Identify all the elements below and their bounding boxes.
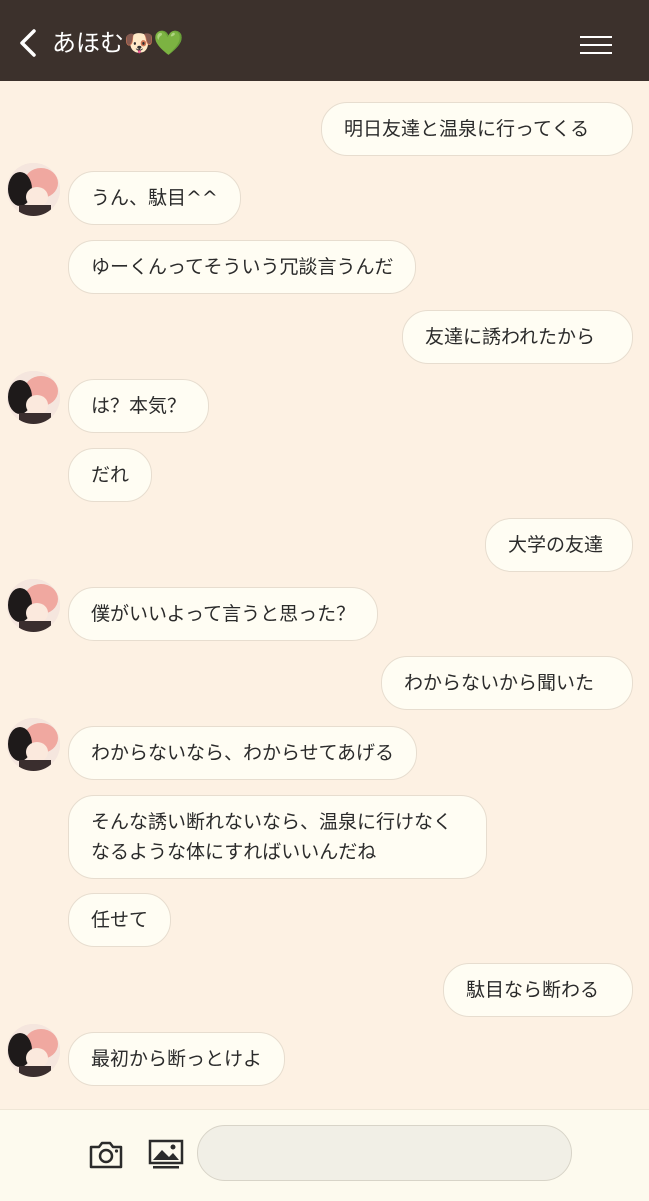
incoming-message-bubble: 僕がいいよって言うと思った？ — [68, 587, 379, 641]
outgoing-message-bubble: 友達に誘われたから — [402, 310, 633, 364]
outgoing-message-bubble: 大学の友達 — [485, 518, 633, 572]
camera-icon — [89, 1141, 123, 1169]
user-avatar-icon — [7, 1024, 60, 1077]
chevron-left-icon — [20, 29, 36, 57]
avatar[interactable] — [7, 579, 60, 632]
message-input[interactable] — [197, 1125, 572, 1181]
outgoing-message-bubble: わからないから聞いた — [381, 656, 633, 710]
incoming-message-bubble: は？本気？ — [68, 379, 210, 433]
avatar[interactable] — [7, 163, 60, 216]
chat-title: あほむ🐶💚 — [52, 29, 184, 57]
avatar[interactable] — [7, 371, 60, 424]
message-composer — [0, 1109, 649, 1201]
camera-button[interactable] — [88, 1138, 124, 1170]
back-button[interactable] — [14, 28, 44, 58]
app-header: あほむ🐶💚 — [0, 0, 649, 81]
user-avatar-icon — [7, 371, 60, 424]
incoming-message-bubble: 任せて — [68, 893, 172, 947]
incoming-message-bubble: わからないなら、わからせてあげる — [68, 726, 418, 780]
avatar[interactable] — [7, 1024, 60, 1077]
image-button[interactable] — [148, 1138, 184, 1170]
message-list[interactable]: 明日友達と温泉に行ってくる うん、駄目^^ ゆーくんってそういう冗談言うんだ 友… — [0, 81, 649, 1109]
avatar[interactable] — [7, 718, 60, 771]
incoming-message-bubble: ゆーくんってそういう冗談言うんだ — [68, 240, 417, 294]
incoming-message-bubble: 最初から断っとけよ — [68, 1032, 286, 1086]
image-icon — [148, 1139, 184, 1169]
incoming-message-bubble: そんな誘い断れないなら、温泉に行けなくなるような体にすればいいんだね — [68, 795, 487, 879]
user-avatar-icon — [7, 718, 60, 771]
menu-button[interactable] — [580, 36, 616, 62]
user-avatar-icon — [7, 163, 60, 216]
outgoing-message-bubble: 明日友達と温泉に行ってくる — [321, 102, 633, 156]
outgoing-message-bubble: 駄目なら断わる — [443, 963, 633, 1017]
hamburger-menu-icon — [580, 36, 616, 54]
incoming-message-bubble: だれ — [68, 448, 153, 502]
incoming-message-bubble: うん、駄目^^ — [68, 171, 241, 225]
user-avatar-icon — [7, 579, 60, 632]
